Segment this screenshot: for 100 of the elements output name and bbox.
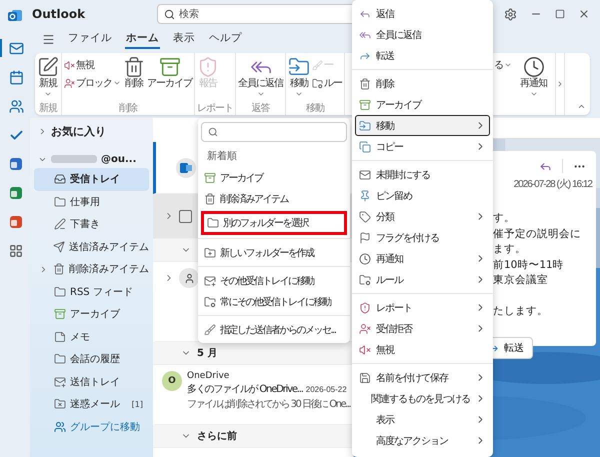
menu-button[interactable] bbox=[42, 32, 55, 46]
body-text: ます。 bbox=[493, 242, 527, 257]
menu-item[interactable]: 削除済みアイテム bbox=[201, 188, 347, 209]
slides-app-icon[interactable] bbox=[9, 215, 23, 229]
ribbon-button[interactable]: アーカイブ bbox=[147, 56, 192, 90]
trash-icon bbox=[123, 56, 145, 78]
send-icon bbox=[53, 240, 65, 253]
menu-item[interactable]: 未開封にする bbox=[355, 164, 490, 185]
menu-icon bbox=[42, 32, 55, 46]
folder-item[interactable]: RSS フィード bbox=[34, 280, 149, 303]
menu-item[interactable]: ピン留め bbox=[355, 185, 490, 206]
menu-item[interactable]: コピー bbox=[355, 136, 490, 157]
ribbon-button[interactable]: る bbox=[494, 58, 512, 72]
folder-gear-icon bbox=[359, 274, 371, 286]
ribbon-button[interactable]: 移動 bbox=[288, 56, 310, 98]
group-header-label: 5 月 bbox=[197, 347, 218, 360]
folder-item[interactable]: メモ bbox=[34, 326, 149, 348]
folder-item[interactable]: 削除済みアイテム bbox=[34, 258, 149, 280]
ribbon-group-label: 移動 bbox=[305, 103, 326, 115]
mail-app-avatar bbox=[176, 158, 196, 178]
menu-item[interactable]: 別のフォルダーを選択 bbox=[201, 211, 347, 235]
mute-icon bbox=[359, 344, 371, 356]
menu-item[interactable]: 名前を付けて保存 bbox=[355, 367, 490, 388]
caret-icon bbox=[113, 79, 121, 87]
save-icon bbox=[359, 372, 371, 384]
folder-item[interactable]: 下書き bbox=[34, 213, 149, 236]
clock-icon bbox=[522, 56, 544, 78]
favorites-label[interactable]: お気に入り bbox=[51, 124, 106, 138]
menu-item[interactable]: 移動 bbox=[355, 115, 490, 136]
mute-icon bbox=[64, 60, 75, 70]
menu-item[interactable]: 表示 bbox=[355, 409, 490, 430]
folder-item[interactable]: 迷惑メール [1] bbox=[34, 393, 149, 416]
folder-item[interactable]: 送信トレイ bbox=[34, 370, 149, 393]
menu-item[interactable]: レポート bbox=[355, 297, 490, 318]
menu-item[interactable]: アーカイブ bbox=[201, 167, 347, 188]
ribbon-button[interactable]: 削除 bbox=[123, 56, 145, 90]
group-header[interactable]: さらに前 bbox=[153, 425, 353, 448]
menu-item[interactable]: 転送 bbox=[355, 45, 490, 66]
caret-icon bbox=[295, 90, 303, 98]
menu-item[interactable]: 全員に返信 bbox=[355, 24, 490, 45]
message-subject: 多くのファイルが OneDrive... bbox=[187, 383, 303, 396]
folder-item[interactable]: アーカイブ bbox=[34, 303, 149, 326]
chevron-right-icon[interactable] bbox=[39, 264, 48, 274]
menu-item[interactable]: 分類 bbox=[355, 206, 490, 227]
folder-plus-icon bbox=[204, 246, 216, 258]
body-text: 前10時〜11時 bbox=[493, 258, 565, 272]
menu-item[interactable]: 新しいフォルダーを作成 bbox=[201, 242, 347, 263]
ribbon-tab[interactable]: 表示 bbox=[172, 29, 196, 49]
chevron-right-icon[interactable] bbox=[38, 126, 47, 136]
ribbon-button[interactable]: ブロック bbox=[64, 76, 121, 90]
body-text: 催予定の説明会に bbox=[493, 226, 582, 242]
menu-item[interactable]: フラグを付ける bbox=[355, 227, 490, 248]
menu-item[interactable]: 再通知 bbox=[355, 248, 490, 269]
group-header[interactable]: 5 月 bbox=[153, 342, 353, 365]
ribbon-button[interactable]: 新規 bbox=[37, 56, 59, 98]
menu-item[interactable]: 受信拒否 bbox=[355, 318, 490, 339]
folder-item[interactable]: 仕事用 bbox=[34, 190, 149, 213]
ribbon-tab[interactable]: ホーム bbox=[125, 29, 160, 49]
calendar-icon[interactable] bbox=[8, 70, 24, 84]
close-button[interactable] bbox=[578, 8, 590, 20]
people-icon[interactable] bbox=[8, 98, 24, 114]
search-field[interactable] bbox=[201, 122, 347, 142]
checkbox[interactable] bbox=[179, 210, 192, 222]
mail-icon[interactable] bbox=[8, 40, 24, 56]
ribbon-button[interactable]: 全員に返信 bbox=[238, 56, 283, 98]
ribbon-button[interactable]: ルー bbox=[312, 76, 342, 90]
document-app-icon[interactable] bbox=[9, 157, 23, 171]
caret-icon bbox=[530, 90, 538, 98]
archive-icon bbox=[158, 56, 180, 78]
folder-icon bbox=[54, 196, 66, 208]
ribbon-tab[interactable]: ファイル bbox=[67, 29, 113, 49]
body-text: 東京会議室 bbox=[493, 273, 549, 288]
folder-item[interactable]: 会話の履歴 bbox=[34, 348, 149, 370]
ribbon-button[interactable]: 再通知 bbox=[520, 56, 547, 98]
menu-item[interactable]: 指定した送信者からのメッセ... bbox=[201, 319, 347, 340]
folder-item[interactable]: 送信済みアイテム bbox=[34, 236, 149, 258]
menu-item[interactable]: その他受信トレイに移動 bbox=[201, 270, 347, 291]
menu-item[interactable]: 高度なアクション bbox=[355, 430, 490, 451]
maximize-button[interactable] bbox=[555, 9, 565, 19]
apps-icon[interactable] bbox=[9, 244, 23, 258]
menu-item[interactable]: 常にその他受信トレイに移動 bbox=[201, 291, 347, 312]
groups-link[interactable]: グループに移動 bbox=[34, 416, 149, 438]
compose-icon bbox=[37, 56, 59, 78]
menu-item[interactable]: ルール bbox=[355, 269, 490, 290]
spreadsheet-app-icon[interactable] bbox=[9, 186, 23, 200]
group-icon bbox=[54, 420, 66, 433]
chevron-up-icon bbox=[577, 102, 586, 111]
trash-icon bbox=[204, 192, 216, 204]
menu-item[interactable]: 削除 bbox=[355, 73, 490, 94]
folder-item[interactable]: 受信トレイ bbox=[34, 168, 149, 190]
account-label[interactable]: @ou... bbox=[101, 154, 136, 164]
folder-icon bbox=[54, 353, 66, 366]
menu-item[interactable]: アーカイブ bbox=[355, 94, 490, 115]
ribbon-group-label: 新規 bbox=[38, 103, 58, 115]
archive-icon bbox=[359, 98, 371, 110]
flag-icon bbox=[359, 232, 371, 244]
menu-item[interactable]: 関連するものを見つける bbox=[355, 388, 490, 409]
ribbon-tab[interactable]: ヘルプ bbox=[208, 29, 243, 49]
ribbon-button[interactable]: 無視 bbox=[64, 58, 121, 72]
settings-button[interactable] bbox=[504, 8, 517, 20]
